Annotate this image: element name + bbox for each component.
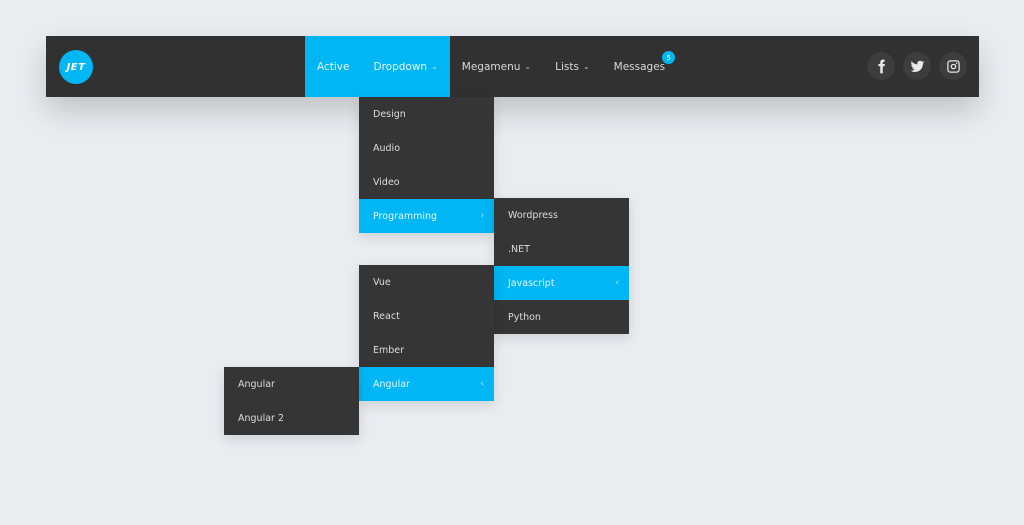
nav-active-group: Active Dropdown ⌄ — [305, 36, 450, 97]
menu-item-label: Vue — [373, 276, 391, 288]
chevron-right-icon: › — [480, 211, 484, 221]
menu-item-label: Programming — [373, 210, 438, 222]
nav-item-label: Active — [317, 60, 350, 73]
instagram-icon — [946, 59, 960, 73]
nav-item-label: Dropdown — [373, 60, 428, 73]
menu-item-label: Python — [508, 311, 541, 323]
menu-item-label: Angular 2 — [238, 412, 285, 424]
javascript-submenu: Vue React Ember Angular ‹ — [359, 265, 494, 401]
menu-item-label: Video — [373, 176, 400, 188]
programming-submenu: Wordpress .NET Javascript ‹ Python — [494, 198, 629, 334]
menu-item-angular[interactable]: Angular ‹ — [359, 367, 494, 401]
menu-item-python[interactable]: Python — [494, 300, 629, 334]
menu-item-design[interactable]: Design — [359, 97, 494, 131]
twitter-button[interactable] — [903, 52, 931, 80]
menu-item-angular-1[interactable]: Angular — [224, 367, 359, 401]
navbar: JET Active Dropdown ⌄ Megamenu ⌄ Lists ⌄… — [46, 36, 979, 97]
menu-item-label: Javascript — [508, 277, 555, 289]
menu-item-video[interactable]: Video — [359, 165, 494, 199]
social-links — [867, 52, 967, 80]
menu-item-programming[interactable]: Programming › — [359, 199, 494, 233]
menu-item-ember[interactable]: Ember — [359, 333, 494, 367]
menu-item-label: .NET — [508, 243, 530, 255]
dropdown-menu: Design Audio Video Programming › — [359, 97, 494, 233]
menu-item-label: Wordpress — [508, 209, 558, 221]
nav-item-dropdown[interactable]: Dropdown ⌄ — [361, 36, 450, 97]
menu-item-react[interactable]: React — [359, 299, 494, 333]
chevron-left-icon: ‹ — [480, 379, 484, 389]
twitter-icon — [910, 60, 924, 72]
menu-item-audio[interactable]: Audio — [359, 131, 494, 165]
chevron-down-icon: ⌄ — [524, 62, 532, 71]
menu-item-label: Angular — [238, 378, 275, 390]
angular-submenu: Angular Angular 2 — [224, 367, 359, 435]
nav-item-lists[interactable]: Lists ⌄ — [543, 36, 602, 97]
menu-item-label: React — [373, 310, 400, 322]
nav-item-messages[interactable]: Messages 5 — [602, 36, 678, 97]
menu-item-angular-2[interactable]: Angular 2 — [224, 401, 359, 435]
facebook-icon — [877, 59, 885, 73]
chevron-down-icon: ⌄ — [431, 62, 438, 71]
chevron-left-icon: ‹ — [615, 278, 619, 288]
instagram-button[interactable] — [939, 52, 967, 80]
nav-item-label: Megamenu — [461, 60, 521, 73]
chevron-down-icon: ⌄ — [582, 62, 590, 71]
menu-item-javascript[interactable]: Javascript ‹ — [494, 266, 629, 300]
nav-item-label: Lists — [555, 60, 579, 73]
brand-logo[interactable]: JET — [59, 50, 93, 84]
menu-item-label: Angular — [373, 378, 410, 390]
menu-item-label: Design — [373, 108, 406, 120]
messages-count-badge: 5 — [662, 51, 676, 64]
menu-item-dotnet[interactable]: .NET — [494, 232, 629, 266]
menu-item-label: Ember — [373, 344, 405, 356]
menu-item-wordpress[interactable]: Wordpress — [494, 198, 629, 232]
nav-item-active[interactable]: Active — [305, 36, 362, 97]
menu-item-vue[interactable]: Vue — [359, 265, 494, 299]
nav-item-label: Messages — [613, 60, 666, 73]
menu-item-label: Audio — [373, 142, 401, 154]
nav-menu: Active Dropdown ⌄ Megamenu ⌄ Lists ⌄ Mes… — [305, 36, 677, 97]
facebook-button[interactable] — [867, 52, 895, 80]
nav-item-megamenu[interactable]: Megamenu ⌄ — [450, 36, 543, 97]
